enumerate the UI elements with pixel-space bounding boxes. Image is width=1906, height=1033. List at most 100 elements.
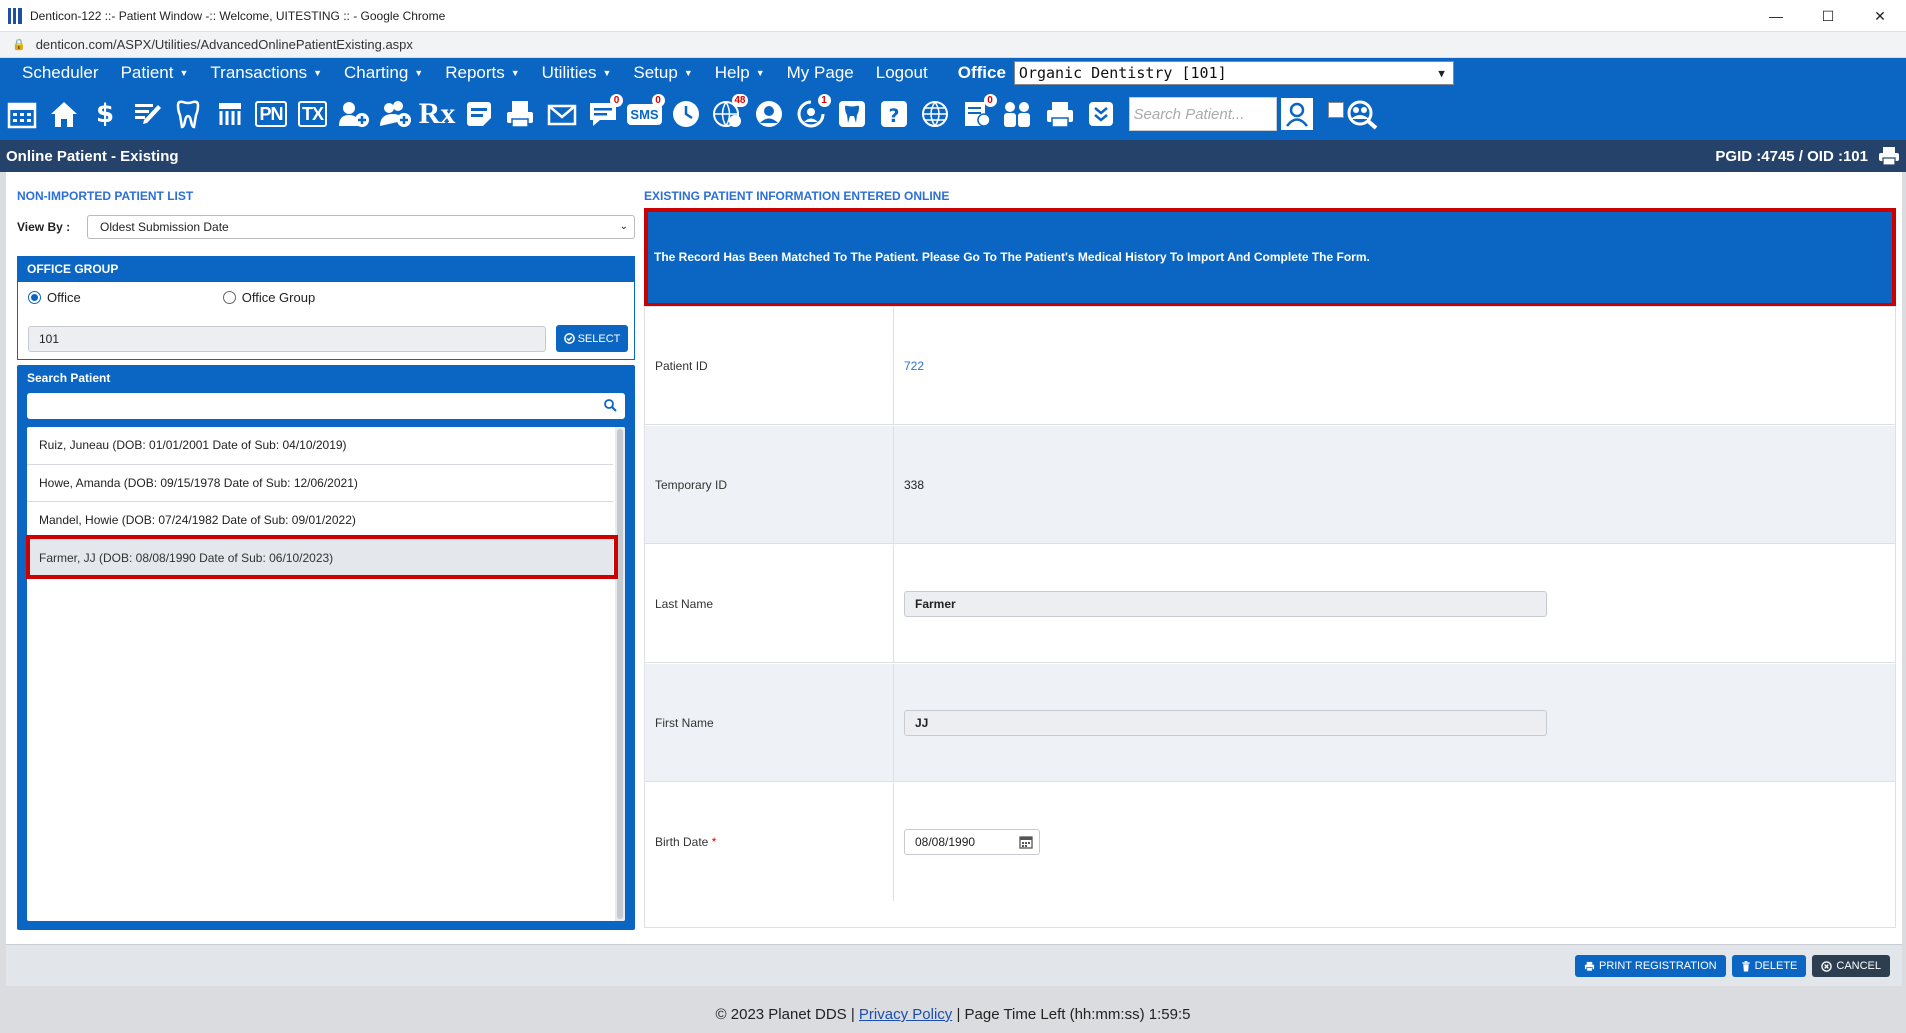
list-item[interactable]: Mandel, Howie (DOB: 07/24/1982 Date of S… — [27, 502, 613, 540]
office-input[interactable]: 101 — [28, 326, 546, 352]
progress-notes-icon[interactable]: PN — [253, 94, 289, 134]
existing-info-title: EXISTING PATIENT INFORMATION ENTERED ONL… — [644, 189, 950, 203]
radio-office[interactable] — [28, 291, 41, 304]
lock-icon: 🔒 — [12, 39, 26, 51]
search-patient-field[interactable] — [27, 393, 625, 419]
list-scrollbar[interactable] — [615, 427, 625, 921]
prescription-icon[interactable]: Rx — [419, 94, 456, 134]
browser-titlebar: Denticon-122 ::- Patient Window -:: Welc… — [0, 0, 1906, 32]
edit-icon[interactable] — [129, 94, 165, 134]
support-icon[interactable] — [751, 94, 787, 134]
last-name-label: Last Name — [645, 545, 894, 662]
view-by-row: View By : Oldest Submission Date ⌄ — [17, 214, 635, 240]
mail-icon[interactable] — [544, 94, 580, 134]
menu-utilities[interactable]: Utilities ▼ — [520, 63, 612, 83]
search-icon[interactable] — [603, 398, 617, 412]
online-users-icon[interactable]: 48 — [710, 94, 748, 134]
url-text[interactable]: denticon.com/ASPX/Utilities/AdvancedOnli… — [36, 37, 413, 52]
office-group-box: OFFICE GROUP Office Office Group 101 SEL… — [17, 256, 635, 360]
radio-office-label: Office — [47, 290, 81, 305]
window-controls: — ☐ ✕ — [1750, 0, 1906, 32]
match-message-banner: The Record Has Been Matched To The Patie… — [644, 210, 1896, 304]
printer-page-icon[interactable] — [502, 94, 538, 134]
office-group-title: OFFICE GROUP — [17, 256, 635, 282]
home-icon[interactable] — [46, 94, 82, 134]
menu-help[interactable]: Help ▼ — [693, 63, 765, 83]
toolbar-checkbox[interactable] — [1328, 102, 1344, 118]
printer-small-icon — [1584, 961, 1595, 971]
alerts-icon[interactable]: 1 — [793, 94, 831, 134]
trash-icon — [1741, 960, 1750, 972]
last-name-field[interactable]: Farmer — [904, 590, 1547, 617]
menu-my-page[interactable]: My Page — [765, 63, 854, 83]
first-name-label: First Name — [645, 664, 894, 781]
list-item-selected[interactable]: Farmer, JJ (DOB: 08/08/1990 Date of Sub:… — [27, 539, 613, 577]
menu-patient[interactable]: Patient ▼ — [99, 63, 189, 83]
scrollbar-thumb[interactable] — [617, 429, 623, 919]
cancel-circle-icon — [1821, 960, 1833, 972]
menu-setup[interactable]: Setup ▼ — [611, 63, 692, 83]
family-icon[interactable] — [1000, 94, 1036, 134]
caret-down-icon: ▼ — [755, 68, 765, 78]
report-icon[interactable]: 0 — [959, 94, 997, 134]
clock-icon[interactable] — [668, 94, 704, 134]
patient-info-form: Patient ID 722 Temporary ID 338 Last Nam… — [644, 306, 1896, 928]
message-icon[interactable]: 0 — [585, 94, 623, 134]
non-imported-patient-panel: NON-IMPORTED PATIENT LIST View By : Olde… — [17, 172, 635, 932]
print-icon[interactable] — [1878, 146, 1900, 166]
notes-icon[interactable] — [461, 94, 497, 134]
radio-office-group[interactable] — [222, 291, 236, 304]
maximize-icon[interactable]: ☐ — [1802, 0, 1854, 32]
office-label: Office — [957, 63, 1006, 82]
check-circle-icon — [563, 333, 575, 344]
patient-id-link[interactable]: 722 — [894, 307, 1895, 424]
treatment-icon[interactable]: TX — [295, 94, 331, 134]
patient-id-label: Patient ID — [645, 307, 894, 424]
dollar-icon[interactable]: $ — [87, 94, 123, 134]
temporary-id-value: 338 — [904, 477, 925, 492]
privacy-policy-link[interactable]: Privacy Policy — [859, 1006, 952, 1023]
sms-icon[interactable]: SMS 0 — [627, 94, 665, 134]
menu-charting[interactable]: Charting ▼ — [322, 63, 423, 83]
teeth-icon[interactable] — [212, 94, 248, 134]
tooth-icon[interactable] — [170, 94, 206, 134]
help-icon[interactable]: ? — [876, 94, 912, 134]
printer-icon[interactable] — [1042, 94, 1078, 134]
print-registration-button[interactable]: PRINT REGISTRATION — [1575, 955, 1726, 977]
search-patient-title: Search Patient — [27, 371, 111, 385]
denticon-logo-icon — [8, 7, 22, 24]
menu-transactions[interactable]: Transactions ▼ — [188, 63, 322, 83]
list-item[interactable]: Howe, Amanda (DOB: 09/15/1978 Date of Su… — [27, 465, 613, 502]
calendar-icon[interactable] — [4, 94, 40, 134]
globe-icon[interactable] — [917, 94, 953, 134]
office-select[interactable]: Organic Dentistry [101] ▼ — [1013, 61, 1454, 85]
caret-down-icon: ▼ — [510, 68, 520, 78]
calendar-picker-icon[interactable] — [1019, 835, 1033, 849]
row-last-name: Last Name Farmer — [645, 545, 1895, 663]
first-name-field[interactable]: JJ — [904, 709, 1547, 736]
page-time-left: | Page Time Left (hh:mm:ss) 1:59:5 — [956, 1006, 1191, 1023]
cancel-button[interactable]: CANCEL — [1812, 955, 1890, 977]
minimize-icon[interactable]: — — [1750, 0, 1802, 32]
group-search-icon[interactable] — [1344, 94, 1380, 134]
non-imported-title: NON-IMPORTED PATIENT LIST — [17, 189, 194, 203]
address-bar[interactable]: 🔒 denticon.com/ASPX/Utilities/AdvancedOn… — [0, 32, 1906, 58]
menu-reports[interactable]: Reports ▼ — [423, 63, 519, 83]
existing-patient-panel: EXISTING PATIENT INFORMATION ENTERED ONL… — [644, 172, 1896, 932]
add-patient-icon[interactable] — [336, 94, 372, 134]
menu-scheduler[interactable]: Scheduler — [0, 63, 99, 83]
add-family-icon[interactable] — [378, 94, 414, 134]
window-title: Denticon-122 ::- Patient Window -:: Welc… — [30, 8, 446, 23]
menu-logout[interactable]: Logout — [854, 63, 928, 83]
select-button[interactable]: SELECT — [556, 325, 628, 352]
delete-button[interactable]: DELETE — [1731, 955, 1807, 977]
patient-search-icon[interactable] — [1279, 94, 1315, 134]
list-item[interactable]: Ruiz, Juneau (DOB: 01/01/2001 Date of Su… — [27, 427, 613, 465]
birth-date-field[interactable]: 08/08/1990 — [904, 829, 1040, 855]
svg-text:?: ? — [888, 105, 899, 127]
search-patient-input[interactable]: Search Patient... — [1128, 97, 1277, 131]
collapse-icon[interactable] — [1083, 94, 1119, 134]
dental-chart-icon[interactable] — [834, 94, 870, 134]
close-icon[interactable]: ✕ — [1854, 0, 1906, 32]
view-by-select[interactable]: Oldest Submission Date ⌄ — [87, 215, 635, 239]
